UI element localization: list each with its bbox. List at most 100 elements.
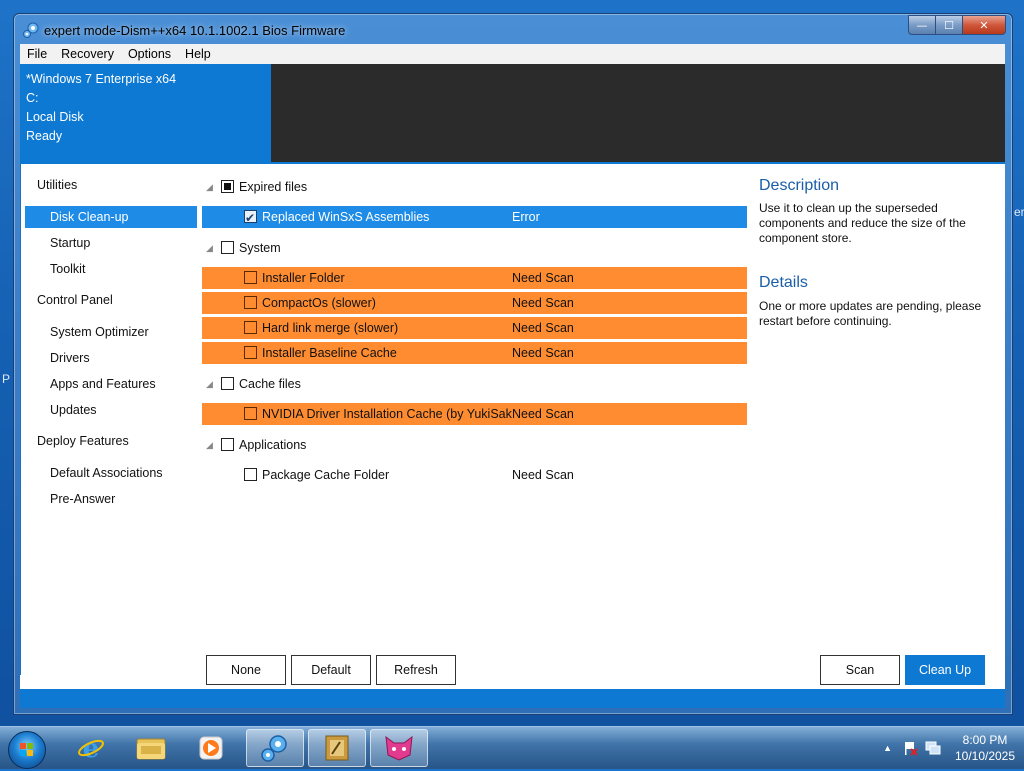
sidebar-item-drivers[interactable]: Drivers <box>25 347 197 369</box>
tree-category-system[interactable]: ◢ System <box>202 237 747 259</box>
expander-icon[interactable]: ◢ <box>206 434 216 456</box>
item-label: Replaced WinSxS Assemblies <box>262 210 430 224</box>
category-checkbox[interactable] <box>221 438 234 451</box>
menu-recovery[interactable]: Recovery <box>54 44 121 64</box>
item-checkbox[interactable] <box>244 468 257 481</box>
expander-icon[interactable]: ◢ <box>206 237 216 259</box>
item-label: Installer Baseline Cache <box>262 346 397 360</box>
tree-item-row[interactable]: NVIDIA Driver Installation Cache (by Yuk… <box>202 403 747 425</box>
taskbar-internet-explorer[interactable]: e <box>62 729 120 767</box>
action-center-flag-icon[interactable] <box>902 740 918 756</box>
tree-category-expired-files[interactable]: ◢ Expired files <box>202 176 747 198</box>
category-label: Expired files <box>239 180 308 194</box>
status-strip <box>20 689 1005 708</box>
item-checkbox[interactable] <box>244 321 257 334</box>
item-label: CompactOs (slower) <box>262 296 376 310</box>
category-checkbox[interactable] <box>221 241 234 254</box>
sidebar-item-toolkit[interactable]: Toolkit <box>25 258 197 280</box>
sidebar-item-label: Pre-Answer <box>50 492 116 506</box>
item-status: Need Scan <box>512 271 574 285</box>
sidebar-item-label: Toolkit <box>50 262 86 276</box>
item-checkbox[interactable] <box>244 271 257 284</box>
tree-item-row[interactable]: CompactOs (slower) Need Scan <box>202 292 747 314</box>
desktop-text-fragment: er <box>1014 205 1024 219</box>
show-hidden-icons-icon[interactable]: ▲ <box>883 743 892 753</box>
sidebar-item-apps-and-features[interactable]: Apps and Features <box>25 373 197 395</box>
sidebar-group-utilities[interactable]: Utilities <box>37 178 77 192</box>
item-checkbox[interactable] <box>244 207 257 229</box>
close-button[interactable]: ✕ <box>963 15 1006 35</box>
clock[interactable]: 8:00 PM 10/10/2025 <box>952 732 1018 764</box>
sidebar-item-default-associations[interactable]: Default Associations <box>25 462 197 484</box>
client-area: File Recovery Options Help *Windows 7 En… <box>20 44 1005 708</box>
taskbar-explorer[interactable] <box>122 729 180 767</box>
network-icon[interactable] <box>924 740 942 756</box>
item-status: Error <box>512 210 540 224</box>
taskbar-app-2[interactable] <box>308 729 366 767</box>
description-title: Description <box>759 177 840 194</box>
taskbar-media-player[interactable] <box>182 729 240 767</box>
default-button[interactable]: Default <box>291 655 371 685</box>
session-status: Ready <box>26 129 63 143</box>
sidebar-item-label: System Optimizer <box>50 325 149 339</box>
item-status: Need Scan <box>512 296 574 310</box>
session-info-panel[interactable]: *Windows 7 Enterprise x64 C: Local Disk … <box>20 64 271 162</box>
cat-icon <box>385 735 413 761</box>
sidebar-item-label: Startup <box>50 236 91 250</box>
refresh-button[interactable]: Refresh <box>376 655 456 685</box>
category-label: Cache files <box>239 377 301 391</box>
tree-item-row[interactable]: Installer Baseline Cache Need Scan <box>202 342 747 364</box>
gears-icon <box>261 735 287 762</box>
menu-file[interactable]: File <box>20 44 54 64</box>
tree-item-row[interactable]: Package Cache Folder Need Scan <box>202 464 747 486</box>
system-tray: ▲ 8:00 PM 10/10/2025 <box>883 727 1018 769</box>
sidebar-item-label: Updates <box>50 403 97 417</box>
folder-icon <box>136 738 166 760</box>
tree-item-row[interactable]: Installer Folder Need Scan <box>202 267 747 289</box>
details-title: Details <box>759 274 808 291</box>
maximize-button[interactable]: ☐ <box>936 15 963 35</box>
clock-date: 10/10/2025 <box>954 749 1016 763</box>
sidebar-item-updates[interactable]: Updates <box>25 399 197 421</box>
item-status: Need Scan <box>512 321 574 335</box>
sidebar-group-control-panel[interactable]: Control Panel <box>37 293 113 307</box>
expander-icon[interactable]: ◢ <box>206 373 216 395</box>
title-bar[interactable]: expert mode-Dism++x64 10.1.1002.1 Bios F… <box>14 14 1012 46</box>
clean-up-button[interactable]: Clean Up <box>905 655 985 685</box>
taskbar-dism-app[interactable] <box>246 729 304 767</box>
tree-category-applications[interactable]: ◢ Applications <box>202 434 747 456</box>
menu-help[interactable]: Help <box>178 44 218 64</box>
item-checkbox[interactable] <box>244 296 257 309</box>
menu-options[interactable]: Options <box>121 44 178 64</box>
none-button[interactable]: None <box>206 655 286 685</box>
category-checkbox[interactable] <box>221 180 234 193</box>
item-label: Package Cache Folder <box>262 468 390 482</box>
item-checkbox[interactable] <box>244 346 257 359</box>
taskbar-app-3[interactable] <box>370 729 428 767</box>
scan-button[interactable]: Scan <box>820 655 900 685</box>
description-text: Use it to clean up the superseded compon… <box>759 201 966 245</box>
sidebar-item-system-optimizer[interactable]: System Optimizer <box>25 321 197 343</box>
caption-buttons: — ☐ ✕ <box>908 15 1006 35</box>
item-checkbox[interactable] <box>244 407 257 420</box>
tree-item-row[interactable]: Hard link merge (slower) Need Scan <box>202 317 747 339</box>
windows-logo-icon <box>20 743 33 756</box>
sidebar-group-deploy-features[interactable]: Deploy Features <box>37 434 129 448</box>
tree-category-cache-files[interactable]: ◢ Cache files <box>202 373 747 395</box>
item-label: Hard link merge (slower) <box>262 321 399 335</box>
minimize-button[interactable]: — <box>908 15 936 35</box>
header-banner <box>271 64 1005 162</box>
os-name: *Windows 7 Enterprise x64 <box>26 72 177 86</box>
sidebar-item-label: Drivers <box>50 351 90 365</box>
sidebar-item-pre-answer[interactable]: Pre-Answer <box>25 488 197 510</box>
sidebar-item-disk-cleanup[interactable]: Disk Clean-up <box>25 206 197 228</box>
main-window: expert mode-Dism++x64 10.1.1002.1 Bios F… <box>13 13 1013 715</box>
internet-explorer-icon: e <box>78 734 104 763</box>
category-label: Applications <box>239 438 307 452</box>
drive-letter: C: <box>26 91 39 105</box>
expander-icon[interactable]: ◢ <box>206 176 216 198</box>
tree-item-row[interactable]: Replaced WinSxS Assemblies Error <box>202 206 747 229</box>
start-button[interactable] <box>8 731 46 769</box>
category-checkbox[interactable] <box>221 377 234 390</box>
sidebar-item-startup[interactable]: Startup <box>25 232 197 254</box>
